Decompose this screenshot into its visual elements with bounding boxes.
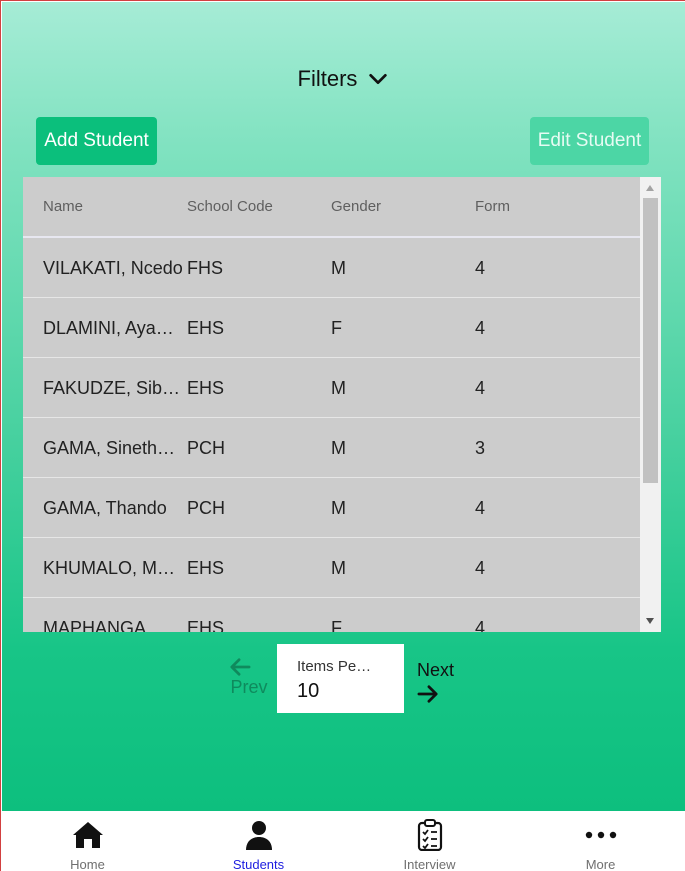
table-row[interactable]: GAMA, Sinethem… PCH M 3 <box>23 418 640 478</box>
cell-form: 4 <box>475 318 486 338</box>
prev-page-button[interactable]: Prev <box>227 657 271 705</box>
items-per-page-value: 10 <box>297 680 320 702</box>
cell-gender: M <box>331 558 346 578</box>
cell-school-code: EHS <box>187 378 225 398</box>
cell-gender: M <box>331 438 346 458</box>
nav-item-interview[interactable]: Interview <box>344 811 515 871</box>
arrow-left-icon <box>230 658 251 676</box>
edit-student-button[interactable]: Edit Student <box>530 117 649 165</box>
cell-name: MAPHANGA, Bo… <box>43 618 183 632</box>
cell-name: VILAKATI, Ncedo <box>43 258 183 278</box>
nav-label-more: More <box>585 857 616 871</box>
scroll-up-arrow-icon[interactable] <box>646 185 654 191</box>
nav-label-home: Home <box>70 857 105 871</box>
nav-label-students: Students <box>232 857 285 871</box>
column-header-gender[interactable]: Gender <box>331 198 451 215</box>
nav-item-home[interactable]: Home <box>2 811 173 871</box>
cell-gender: M <box>331 378 346 398</box>
column-header-name[interactable]: Name <box>43 198 183 215</box>
cell-form: 4 <box>475 558 486 578</box>
next-page-button[interactable]: Next <box>417 660 461 704</box>
cell-form: 4 <box>475 378 486 398</box>
clipboard-icon <box>417 819 442 851</box>
table-scrollbar[interactable] <box>640 177 661 632</box>
cell-gender: M <box>331 498 346 518</box>
cell-form: 4 <box>475 498 486 518</box>
students-table: Name School Code Gender Form VILAKATI, N… <box>23 177 661 632</box>
column-header-form[interactable]: Form <box>475 198 595 215</box>
items-per-page-label: Items Pe… <box>297 658 372 675</box>
cell-school-code: PCH <box>187 498 226 518</box>
cell-gender: M <box>331 258 346 278</box>
cell-form: 4 <box>475 258 486 278</box>
scroll-down-arrow-icon[interactable] <box>646 618 654 624</box>
prev-label: Prev <box>230 677 268 697</box>
cell-form: 4 <box>475 618 486 632</box>
scroll-thumb[interactable] <box>643 198 658 483</box>
table-row[interactable]: KHUMALO, Mzw… EHS M 4 <box>23 538 640 598</box>
cell-name: FAKUDZE, Sibon… <box>43 378 183 398</box>
nav-label-interview: Interview <box>403 857 456 871</box>
table-row[interactable]: VILAKATI, Ncedo FHS M 4 <box>23 238 640 298</box>
more-icon <box>585 831 616 839</box>
chevron-down-icon <box>369 73 388 85</box>
nav-item-students[interactable]: Students <box>173 811 344 871</box>
cell-name: KHUMALO, Mzw… <box>43 558 183 578</box>
nav-item-more[interactable]: More <box>515 811 685 871</box>
cell-name: GAMA, Thando <box>43 498 167 518</box>
next-label: Next <box>417 660 455 680</box>
cell-school-code: EHS <box>187 618 225 632</box>
table-row[interactable]: GAMA, Thando PCH M 4 <box>23 478 640 538</box>
filters-toggle[interactable]: Filters <box>1 61 685 97</box>
home-icon <box>72 822 103 848</box>
table-row[interactable]: MAPHANGA, Bo… EHS F 4 <box>23 598 640 632</box>
person-icon <box>245 821 272 850</box>
arrow-right-icon <box>417 685 438 703</box>
cell-school-code: EHS <box>187 318 225 338</box>
column-header-school-code[interactable]: School Code <box>187 198 307 215</box>
cell-form: 3 <box>475 438 486 458</box>
add-student-button[interactable]: Add Student <box>36 117 157 165</box>
table-header: Name School Code Gender Form <box>23 177 640 238</box>
cell-school-code: EHS <box>187 558 225 578</box>
bottom-navigation: Home Students Interview More <box>2 811 685 871</box>
cell-name: DLAMINI, Ayanda <box>43 318 183 338</box>
cell-name: GAMA, Sinethem… <box>43 438 183 458</box>
app-window: Filters Add Student Edit Student Name Sc… <box>0 0 685 871</box>
table-row[interactable]: FAKUDZE, Sibon… EHS M 4 <box>23 358 640 418</box>
cell-gender: F <box>331 318 342 338</box>
cell-school-code: FHS <box>187 258 223 278</box>
filters-label: Filters <box>297 66 358 91</box>
table-row[interactable]: DLAMINI, Ayanda EHS F 4 <box>23 298 640 358</box>
items-per-page-select[interactable]: Items Pe… 10 <box>277 644 404 713</box>
cell-gender: F <box>331 618 342 632</box>
cell-school-code: PCH <box>187 438 226 458</box>
